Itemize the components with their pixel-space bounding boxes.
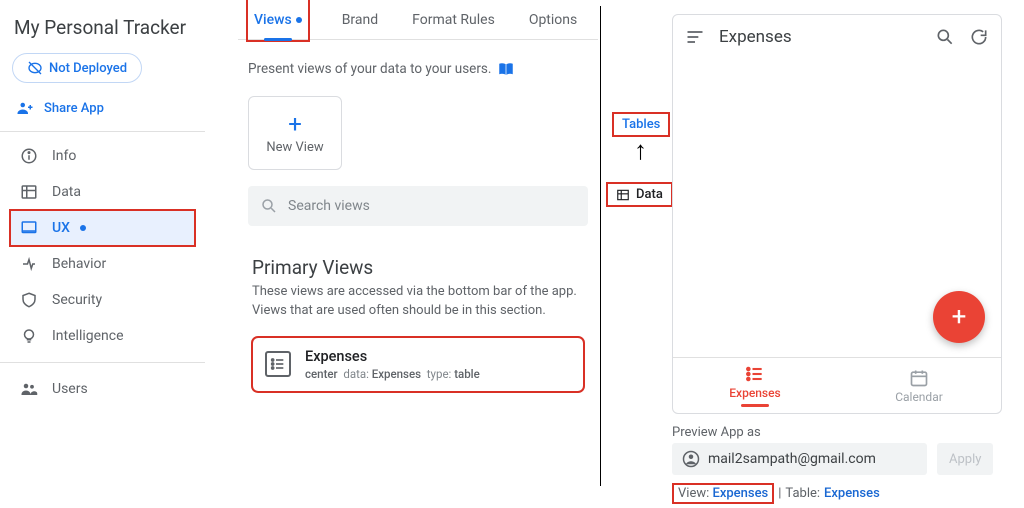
- phone-nav-expenses[interactable]: Expenses: [673, 358, 837, 413]
- ux-tabs: Views Brand Format Rules Options: [238, 0, 598, 40]
- view-card-text: Expenses center data: Expenses type: tab…: [305, 348, 480, 381]
- tab-brand[interactable]: Brand: [342, 0, 378, 40]
- tab-label: Options: [529, 12, 577, 28]
- share-app-label: Share App: [44, 101, 104, 116]
- preview-meta-row: View: Expenses | Table: Expenses: [672, 483, 880, 504]
- sidebar-item-intelligence[interactable]: Intelligence: [10, 318, 195, 354]
- tab-options[interactable]: Options: [529, 0, 577, 40]
- view-card-expenses[interactable]: Expenses center data: Expenses type: tab…: [252, 337, 584, 392]
- sidebar-item-label: UX: [52, 220, 70, 236]
- ux-icon: [20, 219, 38, 237]
- plus-icon: +: [288, 112, 302, 136]
- list-icon: [265, 351, 291, 377]
- search-views-input[interactable]: Search views: [248, 186, 588, 226]
- user-circle-icon: [682, 450, 700, 468]
- vertical-divider: [600, 6, 601, 486]
- phone-nav-label: Expenses: [729, 386, 780, 400]
- phone-topbar: Expenses: [673, 15, 1001, 59]
- tab-underline: [264, 38, 292, 41]
- phone-preview: Expenses + Expenses Calendar: [672, 14, 1002, 414]
- view-card-title: Expenses: [305, 348, 480, 365]
- not-deployed-label: Not Deployed: [49, 61, 127, 76]
- preview-as-input[interactable]: mail2sampath@gmail.com: [672, 443, 927, 475]
- table-link[interactable]: Expenses: [824, 486, 880, 501]
- phone-title: Expenses: [719, 27, 792, 47]
- bulb-icon: [20, 327, 38, 345]
- cloud-off-icon: [27, 60, 43, 76]
- phone-body: +: [673, 59, 1001, 357]
- tab-views[interactable]: Views: [248, 0, 308, 40]
- not-deployed-chip[interactable]: Not Deployed: [12, 53, 142, 83]
- phone-nav-calendar[interactable]: Calendar: [837, 358, 1001, 413]
- info-icon: [20, 147, 38, 165]
- search-placeholder: Search views: [288, 198, 370, 214]
- ux-panel: Views Brand Format Rules Options Present…: [238, 0, 598, 508]
- divider: [0, 131, 205, 132]
- sidebar-item-label: Data: [52, 184, 81, 200]
- tab-label: Brand: [342, 12, 378, 28]
- divider: [0, 362, 205, 363]
- person-add-icon: [16, 99, 34, 117]
- view-card-meta: center data: Expenses type: table: [305, 367, 480, 381]
- tab-label: Views: [254, 12, 292, 28]
- apply-button[interactable]: Apply: [937, 443, 993, 475]
- data-icon: [616, 188, 630, 202]
- sidebar-item-ux[interactable]: UX: [10, 210, 195, 246]
- sidebar-item-info[interactable]: Info: [10, 138, 195, 174]
- app-title: My Personal Tracker: [10, 10, 195, 53]
- book-icon[interactable]: [497, 60, 515, 78]
- search-icon[interactable]: [935, 27, 955, 47]
- refresh-icon[interactable]: [969, 27, 989, 47]
- primary-views-description: These views are accessed via the bottom …: [238, 283, 598, 321]
- callout-tables: Tables: [612, 112, 670, 137]
- new-view-button[interactable]: + New View: [248, 96, 342, 170]
- phone-bottom-nav: Expenses Calendar: [673, 357, 1001, 413]
- list-icon: [745, 364, 765, 384]
- sidebar-item-data[interactable]: Data: [10, 174, 195, 210]
- intro-text: Present views of your data to your users…: [238, 40, 598, 78]
- preview-as-row: mail2sampath@gmail.com Apply: [672, 443, 993, 475]
- arrow-up-icon: ↑: [634, 135, 647, 166]
- change-dot-icon: [80, 225, 86, 231]
- calendar-icon: [909, 368, 929, 388]
- fab-add-button[interactable]: +: [933, 291, 985, 343]
- data-icon: [20, 183, 38, 201]
- sidebar-item-behavior[interactable]: Behavior: [10, 246, 195, 282]
- new-view-label: New View: [266, 140, 323, 155]
- sidebar-item-label: Behavior: [52, 256, 106, 272]
- primary-views-heading: Primary Views: [238, 226, 598, 283]
- view-link[interactable]: Expenses: [712, 486, 768, 501]
- plus-icon: +: [952, 302, 967, 332]
- callout-data: Data: [606, 182, 673, 207]
- sidebar-item-label: Users: [52, 381, 88, 397]
- sidebar-item-security[interactable]: Security: [10, 282, 195, 318]
- users-icon: [20, 380, 38, 398]
- tab-label: Format Rules: [412, 12, 495, 28]
- sidebar-item-label: Info: [52, 148, 76, 164]
- sidebar-item-users[interactable]: Users: [10, 371, 195, 407]
- preview-as-email: mail2sampath@gmail.com: [708, 451, 876, 467]
- tab-format-rules[interactable]: Format Rules: [412, 0, 495, 40]
- share-app-button[interactable]: Share App: [10, 95, 195, 131]
- view-link-box: View: Expenses: [672, 483, 774, 504]
- nav-underline: [741, 404, 769, 407]
- shield-icon: [20, 291, 38, 309]
- preview-as-label: Preview App as: [672, 425, 761, 440]
- intro-text-span: Present views of your data to your users…: [248, 61, 491, 77]
- search-icon: [260, 197, 278, 215]
- sidebar-item-label: Security: [52, 292, 102, 308]
- sidebar-item-label: Intelligence: [52, 328, 124, 344]
- change-dot-icon: [296, 17, 302, 23]
- menu-icon[interactable]: [685, 27, 705, 47]
- behavior-icon: [20, 255, 38, 273]
- left-sidebar: My Personal Tracker Not Deployed Share A…: [0, 0, 205, 508]
- phone-nav-label: Calendar: [895, 390, 943, 404]
